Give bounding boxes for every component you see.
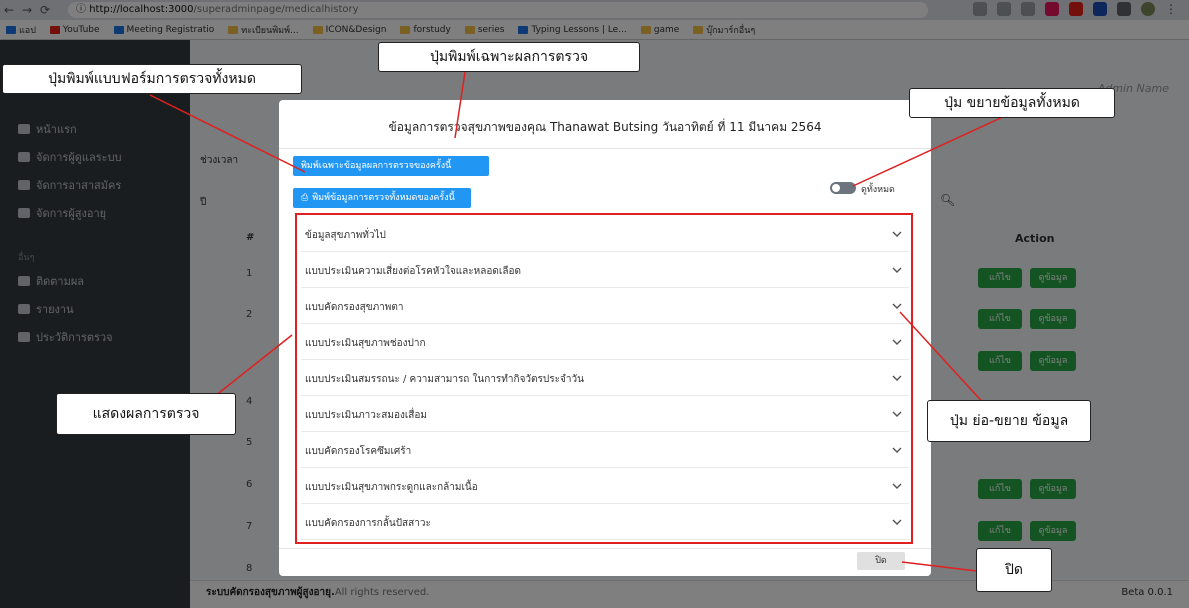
medical-history-modal: ข้อมูลการตรวจสุขภาพของคุณ Thanawat Butsi…	[279, 100, 931, 576]
callout-close: ปิด	[976, 548, 1052, 592]
accordion-section-title: ข้อมูลสุขภาพทั่วไป	[305, 229, 386, 241]
accordion-section[interactable]: แบบประเมินภาวะสมองเสื่อม	[301, 399, 909, 432]
accordion-section-title: แบบคัดกรองสุขภาพตา	[305, 301, 404, 313]
modal-divider	[279, 148, 931, 149]
accordion-section[interactable]: แบบประเมินสมรรถนะ / ความสามารถ ในการทำกิ…	[301, 363, 909, 396]
accordion-section[interactable]: แบบประเมินสุขภาพกระดูกและกล้ามเนื้อ	[301, 471, 909, 504]
callout-results: แสดงผลการตรวจ	[56, 393, 236, 435]
accordion-section[interactable]: แบบประเมินความเสี่ยงต่อโรคหัวใจและหลอดเล…	[301, 255, 909, 288]
accordion-section-title: แบบประเมินภาวะสมองเสื่อม	[305, 409, 427, 421]
accordion-section-title: แบบคัดกรองการกลั้นปัสสาวะ	[305, 517, 431, 529]
accordion-section[interactable]: แบบคัดกรองการกลั้นปัสสาวะ	[301, 507, 909, 540]
callout-collapse-expand: ปุ่ม ย่อ-ขยาย ข้อมูล	[927, 400, 1091, 442]
print-all-label: พิมพ์ข้อมูลการตรวจทั้งหมดของครั้งนี้	[312, 193, 455, 203]
accordion-section-title: แบบประเมินสุขภาพช่องปาก	[305, 337, 426, 349]
chevron-down-icon[interactable]	[891, 408, 903, 420]
chevron-down-icon[interactable]	[891, 444, 903, 456]
exam-sections-accordion: ข้อมูลสุขภาพทั่วไปแบบประเมินความเสี่ยงต่…	[295, 213, 913, 544]
chevron-down-icon[interactable]	[891, 516, 903, 528]
accordion-section-title: แบบประเมินสุขภาพกระดูกและกล้ามเนื้อ	[305, 481, 478, 493]
accordion-section[interactable]: ข้อมูลสุขภาพทั่วไป	[301, 219, 909, 252]
chevron-down-icon[interactable]	[891, 336, 903, 348]
chevron-down-icon[interactable]	[891, 480, 903, 492]
view-all-label: ดูทั้งหมด	[861, 185, 895, 195]
printer-icon: ⎙	[301, 193, 309, 203]
accordion-section[interactable]: แบบประเมินสุขภาพช่องปาก	[301, 327, 909, 360]
chevron-down-icon[interactable]	[891, 300, 903, 312]
modal-footer-divider	[279, 548, 931, 549]
chevron-down-icon[interactable]	[891, 228, 903, 240]
print-result-button[interactable]: พิมพ์เฉพาะข้อมูลผลการตรวจของครั้งนี้	[293, 156, 489, 176]
accordion-section[interactable]: แบบคัดกรองโรคซึมเศร้า	[301, 435, 909, 468]
accordion-section[interactable]: แบบคัดกรองสุขภาพตา	[301, 291, 909, 324]
chevron-down-icon[interactable]	[891, 264, 903, 276]
view-all-toggle[interactable]	[830, 182, 856, 194]
modal-title: ข้อมูลการตรวจสุขภาพของคุณ Thanawat Butsi…	[388, 120, 822, 134]
accordion-section-title: แบบประเมินความเสี่ยงต่อโรคหัวใจและหลอดเล…	[305, 265, 521, 277]
callout-print-result: ปุ่มพิมพ์เฉพาะผลการตรวจ	[378, 42, 640, 72]
accordion-section-title: แบบคัดกรองโรคซึมเศร้า	[305, 445, 412, 457]
callout-print-all: ปุ่มพิมพ์แบบฟอร์มการตรวจทั้งหมด	[2, 64, 302, 94]
print-all-button[interactable]: ⎙ พิมพ์ข้อมูลการตรวจทั้งหมดของครั้งนี้	[293, 188, 471, 208]
callout-expand-all: ปุ่ม ขยายข้อมูลทั้งหมด	[909, 88, 1115, 118]
accordion-section-title: แบบประเมินสมรรถนะ / ความสามารถ ในการทำกิ…	[305, 373, 584, 385]
chevron-down-icon[interactable]	[891, 372, 903, 384]
close-button[interactable]: ปิด	[857, 552, 905, 570]
toggle-knob	[832, 184, 840, 192]
